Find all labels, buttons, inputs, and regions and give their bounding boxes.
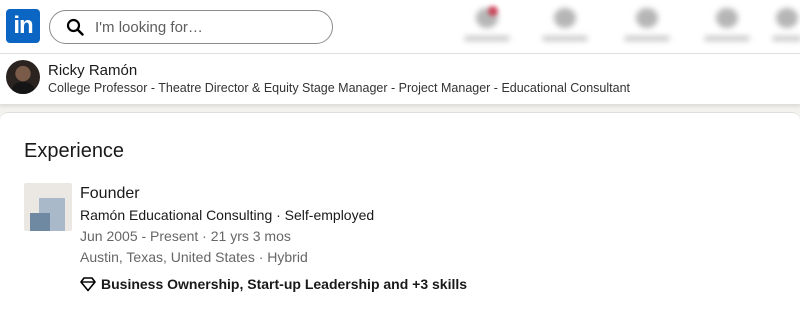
nav-item-4-blurred[interactable] — [704, 8, 750, 44]
profile-headline: College Professor - Theatre Director & E… — [48, 81, 631, 95]
search-icon — [66, 18, 84, 36]
section-title: Experience — [24, 140, 125, 162]
search-box[interactable] — [49, 10, 333, 44]
notification-dot-blurred — [488, 6, 498, 16]
nav-item-2-blurred[interactable] — [542, 8, 588, 44]
nav-item-5-blurred[interactable] — [772, 8, 800, 44]
profile-name: Ricky Ramón — [48, 62, 138, 79]
nav-item-1-blurred[interactable] — [464, 8, 510, 44]
nav-item-3-blurred[interactable] — [624, 8, 670, 44]
company-logo[interactable] — [24, 183, 72, 231]
experience-location: Austin, Texas, United States · Hybrid — [80, 249, 308, 265]
linkedin-logo[interactable]: in — [6, 9, 40, 43]
skills-text: Business Ownership, Start-up Leadership … — [101, 276, 468, 292]
experience-dates: Jun 2005 - Present · 21 yrs 3 mos — [80, 228, 291, 244]
profile-sticky-header: Ricky Ramón College Professor - Theatre … — [0, 54, 800, 105]
experience-skills[interactable]: Business Ownership, Start-up Leadership … — [80, 276, 467, 292]
top-nav-bar: in — [0, 0, 800, 54]
diamond-icon — [80, 277, 96, 292]
avatar[interactable] — [6, 60, 40, 94]
experience-section: Experience Founder Ramón Educational Con… — [0, 112, 800, 309]
search-input[interactable] — [93, 17, 317, 37]
experience-title[interactable]: Founder — [80, 185, 140, 203]
experience-company: Ramón Educational Consulting · Self-empl… — [80, 207, 375, 223]
